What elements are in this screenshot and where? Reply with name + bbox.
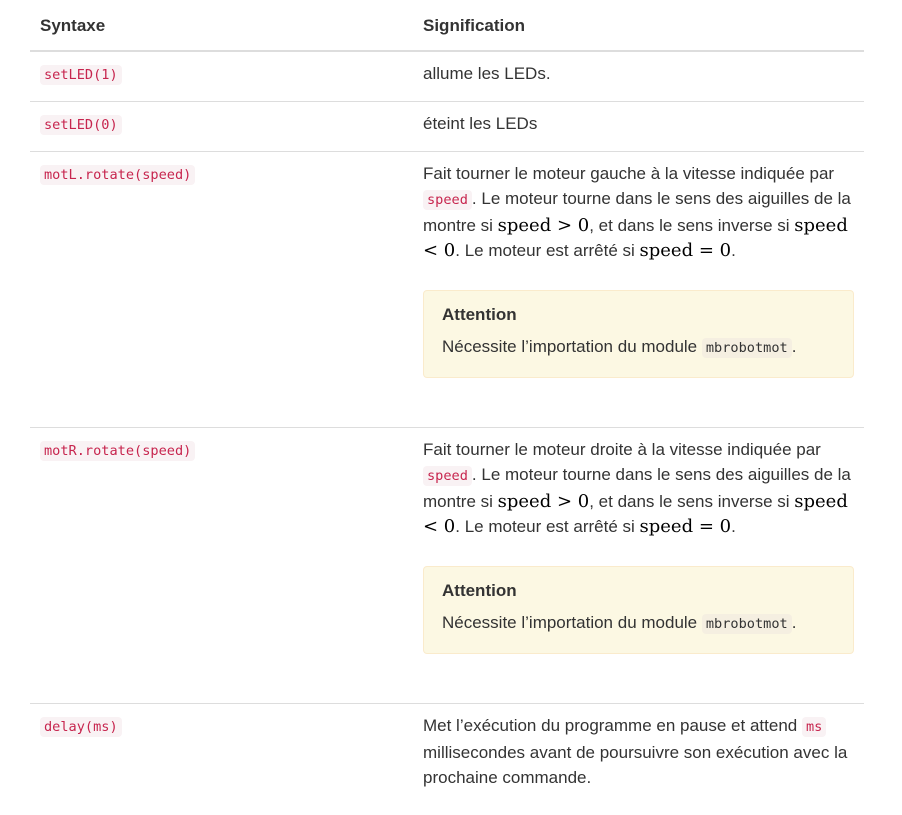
meaning-cell: Fait tourner le moteur droite à la vites…: [413, 427, 864, 704]
admonition-body: Nécessite l’importation du module mbrobo…: [442, 333, 835, 361]
syntax-cell: motL.rotate(speed): [30, 151, 413, 428]
math-expression: speed > 0: [497, 491, 590, 512]
syntax-cell: setLED(0): [30, 101, 413, 152]
meaning-text: . Le moteur est arrêté si: [455, 517, 640, 536]
admonition-suffix: .: [791, 337, 797, 356]
admonition-text: Nécessite l’importation du module: [442, 613, 702, 632]
header-meaning: Signification: [413, 0, 864, 52]
syntax-code: setLED(0): [40, 115, 122, 135]
syntax-cell: setLED(1): [30, 51, 413, 102]
meaning-text: . Le moteur est arrêté si: [455, 241, 640, 260]
math-expression: speed = 0: [639, 240, 732, 261]
admonition-suffix: .: [791, 613, 797, 632]
syntax-code: motL.rotate(speed): [40, 165, 196, 185]
meaning-description: Fait tourner le moteur gauche à la vites…: [423, 161, 854, 263]
module-code: mbrobotmot: [701, 338, 792, 358]
math-expression: speed = 0: [639, 516, 732, 537]
meaning-cell: Met l’exécution du programme en pause et…: [413, 703, 864, 803]
admonition-body: Nécessite l’importation du module mbrobo…: [442, 609, 835, 637]
table-header-row: Syntaxe Signification: [30, 0, 864, 52]
admonition-title: Attention: [442, 305, 517, 324]
meaning-text: , et dans le sens inverse si: [589, 492, 795, 511]
module-code: mbrobotmot: [701, 614, 792, 634]
meaning-text: éteint les LEDs: [423, 114, 538, 133]
meaning-cell: éteint les LEDs: [413, 101, 864, 152]
page: Syntaxe Signification setLED(1) allume l…: [0, 0, 902, 815]
admonition-text: Nécessite l’importation du module: [442, 337, 702, 356]
meaning-text: allume les LEDs.: [423, 64, 551, 83]
meaning-text: .: [731, 241, 736, 260]
syntax-code: motR.rotate(speed): [40, 441, 196, 461]
meaning-text: .: [731, 517, 736, 536]
table-row: motR.rotate(speed) Fait tourner le moteu…: [30, 427, 864, 704]
table-body: setLED(1) allume les LEDs. setLED(0) éte…: [30, 51, 864, 803]
syntax-code: setLED(1): [40, 65, 122, 85]
table-row: delay(ms) Met l’exécution du programme e…: [30, 703, 864, 803]
attention-admonition: Attention Nécessite l’importation du mod…: [423, 290, 854, 378]
meaning-description: Met l’exécution du programme en pause et…: [423, 713, 854, 790]
meaning-text: millisecondes avant de poursuivre son ex…: [423, 743, 848, 787]
meaning-cell: allume les LEDs.: [413, 51, 864, 102]
attention-admonition: Attention Nécessite l’importation du mod…: [423, 566, 854, 654]
meaning-cell: Fait tourner le moteur gauche à la vites…: [413, 151, 864, 428]
meaning-text: , et dans le sens inverse si: [589, 216, 795, 235]
meaning-description: Fait tourner le moteur droite à la vites…: [423, 437, 854, 539]
math-expression: speed > 0: [497, 215, 590, 236]
syntax-table: Syntaxe Signification setLED(1) allume l…: [30, 0, 864, 803]
meaning-text: Met l’exécution du programme en pause et…: [423, 716, 802, 735]
inline-code: ms: [801, 717, 827, 737]
syntax-cell: motR.rotate(speed): [30, 427, 413, 704]
table-header: Syntaxe Signification: [30, 0, 864, 52]
meaning-text: Fait tourner le moteur gauche à la vites…: [423, 164, 835, 183]
table-row: motL.rotate(speed) Fait tourner le moteu…: [30, 151, 864, 428]
syntax-cell: delay(ms): [30, 703, 413, 803]
inline-code: speed: [423, 190, 472, 210]
inline-code: speed: [423, 466, 472, 486]
syntax-code: delay(ms): [40, 717, 122, 737]
table-row: setLED(1) allume les LEDs.: [30, 51, 864, 102]
header-syntax: Syntaxe: [30, 0, 413, 52]
admonition-title: Attention: [442, 581, 517, 600]
table-row: setLED(0) éteint les LEDs: [30, 101, 864, 152]
meaning-text: Fait tourner le moteur droite à la vites…: [423, 440, 821, 459]
